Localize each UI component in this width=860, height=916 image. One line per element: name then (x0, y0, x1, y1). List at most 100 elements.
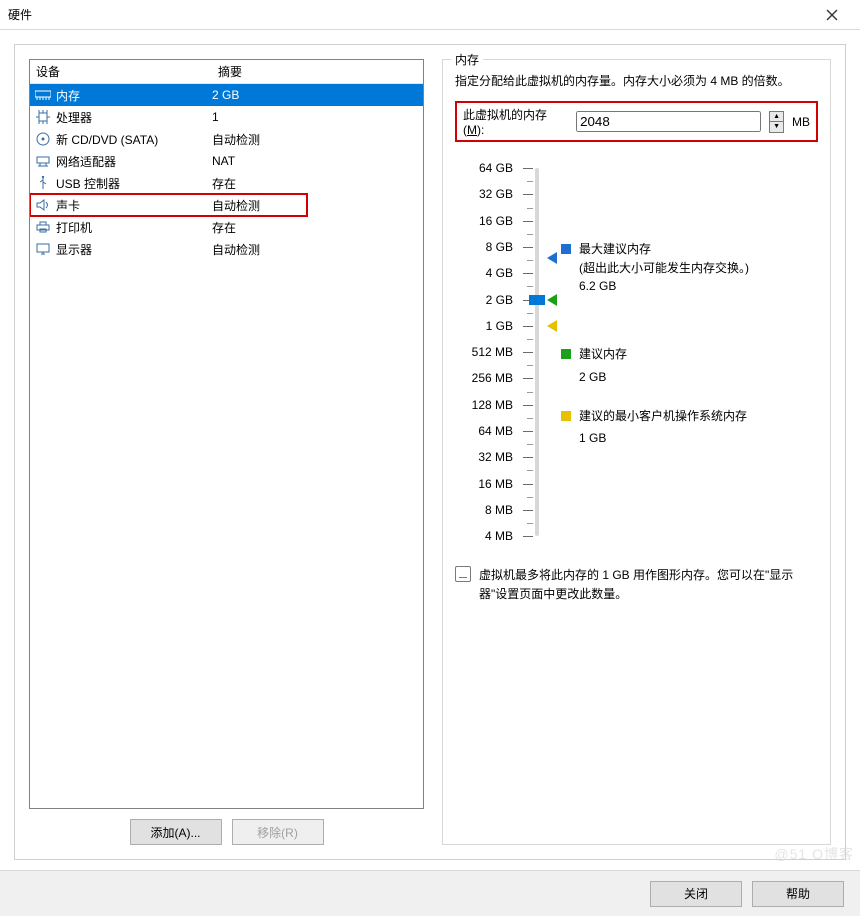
device-summary: 存在 (212, 175, 423, 192)
col-header-summary[interactable]: 摘要 (212, 60, 423, 83)
window-title: 硬件 (8, 6, 32, 23)
max-legend-item: 最大建议内存(超出此大小可能发生内存交换。)6.2 GB (579, 240, 818, 296)
tick-mark-minor (527, 418, 533, 419)
tick-mark (523, 405, 533, 406)
device-name: 打印机 (56, 219, 212, 236)
device-row[interactable]: USB 控制器存在 (30, 172, 423, 194)
tick-label: 64 GB (479, 161, 513, 175)
tick-mark (523, 273, 533, 274)
memory-groupbox: 内存 指定分配给此虚拟机的内存量。内存大小必须为 4 MB 的倍数。 此虚拟机的… (442, 59, 831, 845)
rec-legend-item: 建议内存 2 GB (579, 345, 818, 386)
rec-legend-square-icon (561, 349, 571, 359)
device-name: 新 CD/DVD (SATA) (56, 131, 212, 148)
tick-label: 8 MB (485, 503, 513, 517)
add-button-label: 添加(A)... (151, 824, 201, 841)
min-value: 1 GB (579, 429, 818, 448)
tick-mark (523, 168, 533, 169)
tick-mark (523, 221, 533, 222)
min-title: 建议的最小客户机操作系统内存 (579, 407, 818, 426)
tick-mark-minor (527, 392, 533, 393)
memory-input[interactable] (576, 111, 761, 132)
memory-spinner[interactable]: ▲ ▼ (769, 111, 784, 133)
memory-input-label: 此虚拟机的内存(M): (463, 106, 560, 137)
max-marker-icon (547, 252, 557, 264)
device-row[interactable]: 声卡自动检测 (30, 194, 423, 216)
sound-icon (34, 196, 52, 214)
tick-label: 1 GB (486, 319, 513, 333)
device-name: 声卡 (56, 197, 212, 214)
tick-mark-minor (527, 365, 533, 366)
memory-desc: 指定分配给此虚拟机的内存量。内存大小必须为 4 MB 的倍数。 (455, 72, 818, 91)
device-table: 设备 摘要 内存2 GB处理器1新 CD/DVD (SATA)自动检测网络适配器… (29, 59, 424, 809)
col-header-device[interactable]: 设备 (30, 60, 212, 83)
device-panel: 设备 摘要 内存2 GB处理器1新 CD/DVD (SATA)自动检测网络适配器… (29, 59, 424, 845)
close-icon[interactable] (812, 1, 852, 29)
add-button[interactable]: 添加(A)... (130, 819, 222, 845)
tick-mark (523, 457, 533, 458)
device-summary: NAT (212, 154, 423, 168)
device-summary: 2 GB (212, 88, 423, 102)
device-summary: 自动检测 (212, 241, 423, 258)
memory-legend-col: 最大建议内存(超出此大小可能发生内存交换。)6.2 GB 建议内存 2 GB 建议的最… (557, 162, 818, 542)
tick-mark-minor (527, 181, 533, 182)
tick-label: 32 MB (478, 450, 513, 464)
device-row[interactable]: 网络适配器NAT (30, 150, 423, 172)
tick-mark (523, 510, 533, 511)
help-button[interactable]: 帮助 (752, 881, 844, 907)
dialog-bottom-bar: 关闭 帮助 (0, 870, 860, 916)
max-value: 6.2 GB (579, 277, 818, 296)
spinner-down-icon[interactable]: ▼ (770, 122, 783, 132)
device-row[interactable]: 处理器1 (30, 106, 423, 128)
slider-thumb[interactable] (529, 295, 545, 305)
device-row[interactable]: 内存2 GB (30, 84, 423, 106)
min-marker-icon (547, 320, 557, 332)
tick-mark-minor (527, 497, 533, 498)
tick-mark-minor (527, 523, 533, 524)
device-name: 内存 (56, 87, 212, 104)
device-row[interactable]: 新 CD/DVD (SATA)自动检测 (30, 128, 423, 150)
tick-mark-minor (527, 313, 533, 314)
tick-label: 64 MB (478, 424, 513, 438)
tick-label: 256 MB (472, 371, 513, 385)
tick-mark-minor (527, 444, 533, 445)
tick-mark (523, 326, 533, 327)
device-row[interactable]: 打印机存在 (30, 216, 423, 238)
tick-mark-minor (527, 470, 533, 471)
display-icon (34, 240, 52, 258)
device-name: USB 控制器 (56, 175, 212, 192)
slider-track (535, 168, 539, 536)
disc-icon (34, 130, 52, 148)
tick-mark-minor (527, 234, 533, 235)
rec-title: 建议内存 (579, 345, 818, 364)
tick-label: 2 GB (486, 293, 513, 307)
tick-labels: 64 GB32 GB16 GB8 GB4 GB2 GB1 GB512 MB256… (455, 162, 517, 542)
spinner-up-icon[interactable]: ▲ (770, 112, 783, 123)
tick-mark (523, 536, 533, 537)
tick-mark (523, 431, 533, 432)
titlebar: 硬件 (0, 0, 860, 30)
min-legend-square-icon (561, 411, 571, 421)
min-legend-item: 建议的最小客户机操作系统内存 1 GB (579, 407, 818, 448)
device-summary: 1 (212, 110, 423, 124)
device-row[interactable]: 显示器自动检测 (30, 238, 423, 260)
memory-panel: 内存 指定分配给此虚拟机的内存量。内存大小必须为 4 MB 的倍数。 此虚拟机的… (442, 59, 831, 845)
rec-value: 2 GB (579, 368, 818, 387)
tick-mark-minor (527, 286, 533, 287)
tick-mark-minor (527, 339, 533, 340)
close-button[interactable]: 关闭 (650, 881, 742, 907)
device-rows: 内存2 GB处理器1新 CD/DVD (SATA)自动检测网络适配器NATUSB… (30, 84, 423, 808)
close-button-label: 关闭 (684, 885, 708, 902)
tick-mark-minor (527, 208, 533, 209)
graphics-memory-note: 虚拟机最多将此内存的 1 GB 用作图形内存。您可以在"显示器"设置页面中更改此… (455, 566, 818, 604)
remove-button-label: 移除(R) (257, 824, 298, 841)
tick-label: 32 GB (479, 187, 513, 201)
tick-label: 512 MB (472, 345, 513, 359)
tick-label: 16 GB (479, 214, 513, 228)
tick-mark (523, 247, 533, 248)
printer-icon (34, 218, 52, 236)
max-legend-square-icon (561, 244, 571, 254)
tick-mark-minor (527, 260, 533, 261)
help-button-label: 帮助 (786, 885, 810, 902)
memory-slider[interactable] (521, 162, 553, 542)
device-name: 显示器 (56, 241, 212, 258)
